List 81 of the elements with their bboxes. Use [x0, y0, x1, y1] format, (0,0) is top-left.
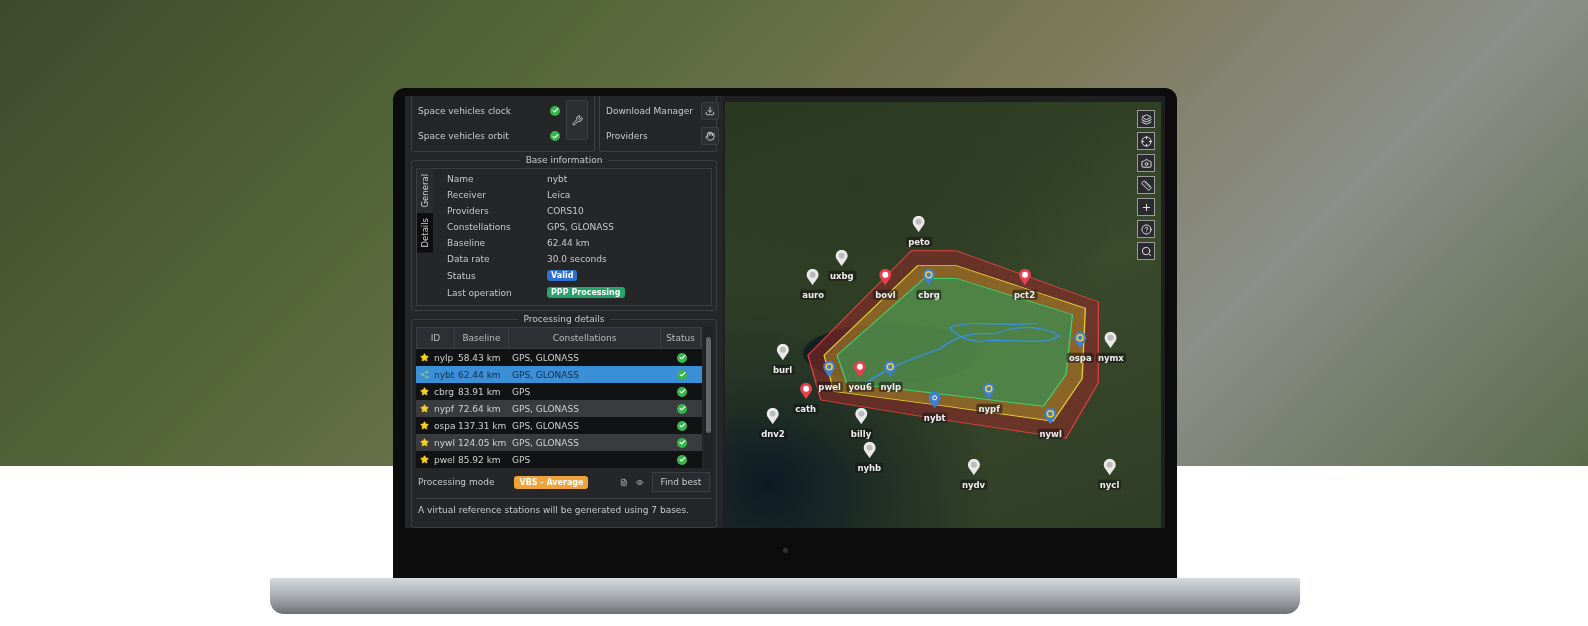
status-label: Space vehicles orbit — [418, 131, 509, 142]
table-cell-text: nypf — [434, 403, 455, 414]
table-cell-text: nywl — [434, 437, 456, 448]
table-cell-text: 72.64 km — [458, 403, 502, 414]
table-row[interactable]: nypf 72.64 km GPS, GLONASS — [416, 400, 702, 417]
table-row[interactable]: ospa 137.31 km GPS, GLONASS — [416, 417, 702, 434]
table-cell-text: 58.43 km — [458, 352, 502, 363]
station-label: nyhb — [855, 463, 884, 474]
station-label: pwel — [816, 382, 843, 393]
table-row[interactable]: nybt 62.44 km GPS, GLONASS — [416, 366, 702, 383]
station-label: peto — [906, 237, 932, 248]
station-label: nycl — [1097, 480, 1122, 491]
station-label: cbrg — [916, 289, 942, 300]
section-title: Processing details — [517, 314, 611, 324]
station-label: you6 — [846, 382, 874, 393]
station-label: pct2 — [1012, 289, 1038, 300]
tool-label: Providers — [606, 131, 648, 142]
field-label: Name — [447, 174, 475, 184]
field-label: Status — [447, 270, 477, 281]
station-label: cath — [793, 403, 819, 414]
tool-label: Download Manager — [606, 105, 694, 116]
table-cell-text: 62.44 km — [458, 369, 502, 380]
station-label: nydv — [959, 480, 988, 491]
mode-label: Processing mode — [418, 477, 495, 487]
station-label: auro — [800, 289, 826, 300]
status-label: Space vehicles clock — [418, 105, 511, 116]
table-cell-text: ospa — [434, 420, 457, 431]
column-header[interactable]: Status — [661, 328, 701, 348]
column-header[interactable]: Constellations — [509, 328, 661, 348]
station-label: billy — [848, 428, 874, 439]
field-value: CORS10 — [547, 206, 585, 216]
table-cell-text: GPS — [512, 386, 532, 397]
field-value: Leica — [547, 190, 572, 200]
find-best-button[interactable]: Find best — [651, 472, 710, 492]
station-label: nywl — [1037, 428, 1064, 439]
table-cell-text: 83.91 km — [458, 386, 502, 397]
station-label: uxbg — [828, 270, 856, 281]
station-label: nymx — [1095, 352, 1126, 363]
table-row[interactable]: nylp 58.43 km GPS, GLONASS — [416, 349, 702, 366]
table-cell-text: GPS — [512, 454, 532, 465]
table-cell-text: nylp — [434, 352, 455, 363]
table-cell-text: GPS, GLONASS — [512, 437, 580, 448]
station-label: nybt — [921, 413, 948, 424]
station-label: dnv2 — [759, 428, 787, 439]
table-cell-text: GPS, GLONASS — [512, 420, 580, 431]
field-label: Receiver — [447, 190, 487, 200]
column-header[interactable]: ID — [417, 328, 455, 348]
station-label: burl — [770, 365, 795, 376]
station-label: ospa — [1066, 352, 1094, 363]
table-cell-text: 85.92 km — [458, 454, 502, 465]
table-cell-text: nybt — [434, 369, 456, 380]
status-badge: PPP Processing — [547, 287, 625, 298]
table-cell-text: GPS, GLONASS — [512, 352, 580, 363]
vertical-tab[interactable]: Details — [417, 212, 433, 252]
status-badge: Valid — [547, 270, 578, 281]
table-row[interactable]: nywl 124.05 km GPS, GLONASS — [416, 434, 702, 451]
field-label: Last operation — [447, 287, 513, 298]
station-label: bovl — [873, 289, 898, 300]
satellite-map[interactable]: peto uxbg auro bovl cbrg pct2 ospa nymx burl pwel you6 nylp cath nypf nybt dnv2 billy nywl nyhb nydv nycl — [725, 102, 1161, 528]
info-text: A virtual reference stations will be generated using 7 bases. — [418, 505, 690, 515]
table-cell-text: cbrg — [434, 386, 455, 397]
field-label: Constellations — [447, 222, 512, 232]
station-label: nylp — [878, 382, 903, 393]
field-value: GPS, GLONASS — [547, 222, 615, 232]
column-header[interactable]: Baseline — [455, 328, 509, 348]
table-cell-text: 137.31 km — [458, 420, 508, 431]
field-label: Data rate — [447, 254, 491, 264]
table-row[interactable]: cbrg 83.91 km GPS — [416, 383, 702, 400]
vertical-tab[interactable]: General — [417, 169, 433, 213]
field-value: nybt — [547, 174, 569, 184]
table-cell-text: GPS, GLONASS — [512, 403, 580, 414]
field-label: Baseline — [447, 238, 487, 248]
field-value: 30.0 seconds — [547, 254, 608, 264]
field-label: Providers — [447, 206, 490, 216]
station-label: nypf — [976, 403, 1002, 414]
table-row[interactable]: pwel 85.92 km GPS — [416, 451, 702, 468]
section-title: Base information — [519, 155, 609, 165]
table-cell-text: GPS, GLONASS — [512, 369, 580, 380]
table-cell-text: pwel — [434, 454, 457, 465]
table-cell-text: 124.05 km — [458, 437, 508, 448]
field-value: 62.44 km — [547, 238, 591, 248]
